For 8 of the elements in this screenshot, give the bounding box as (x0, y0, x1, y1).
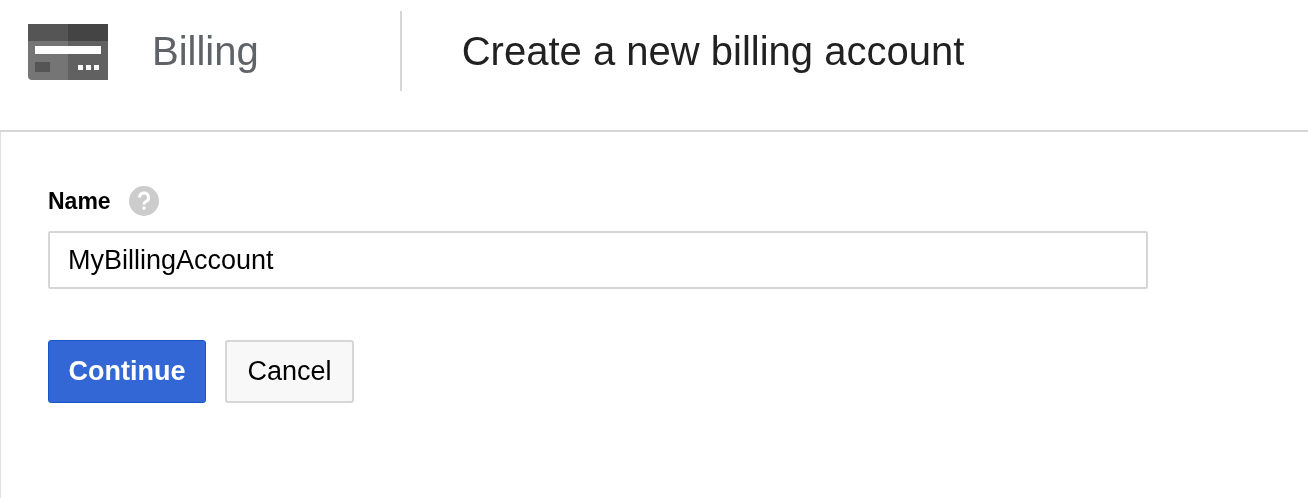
cancel-button[interactable]: Cancel (225, 340, 354, 403)
help-icon[interactable] (128, 186, 159, 216)
app-title: Billing (152, 28, 259, 74)
page-title: Create a new billing account (461, 28, 965, 74)
name-input[interactable]: MyBillingAccount (48, 231, 1148, 289)
continue-button[interactable]: Continue (48, 340, 206, 403)
field-label: Name (48, 187, 111, 215)
credit-card-icon (28, 23, 108, 80)
